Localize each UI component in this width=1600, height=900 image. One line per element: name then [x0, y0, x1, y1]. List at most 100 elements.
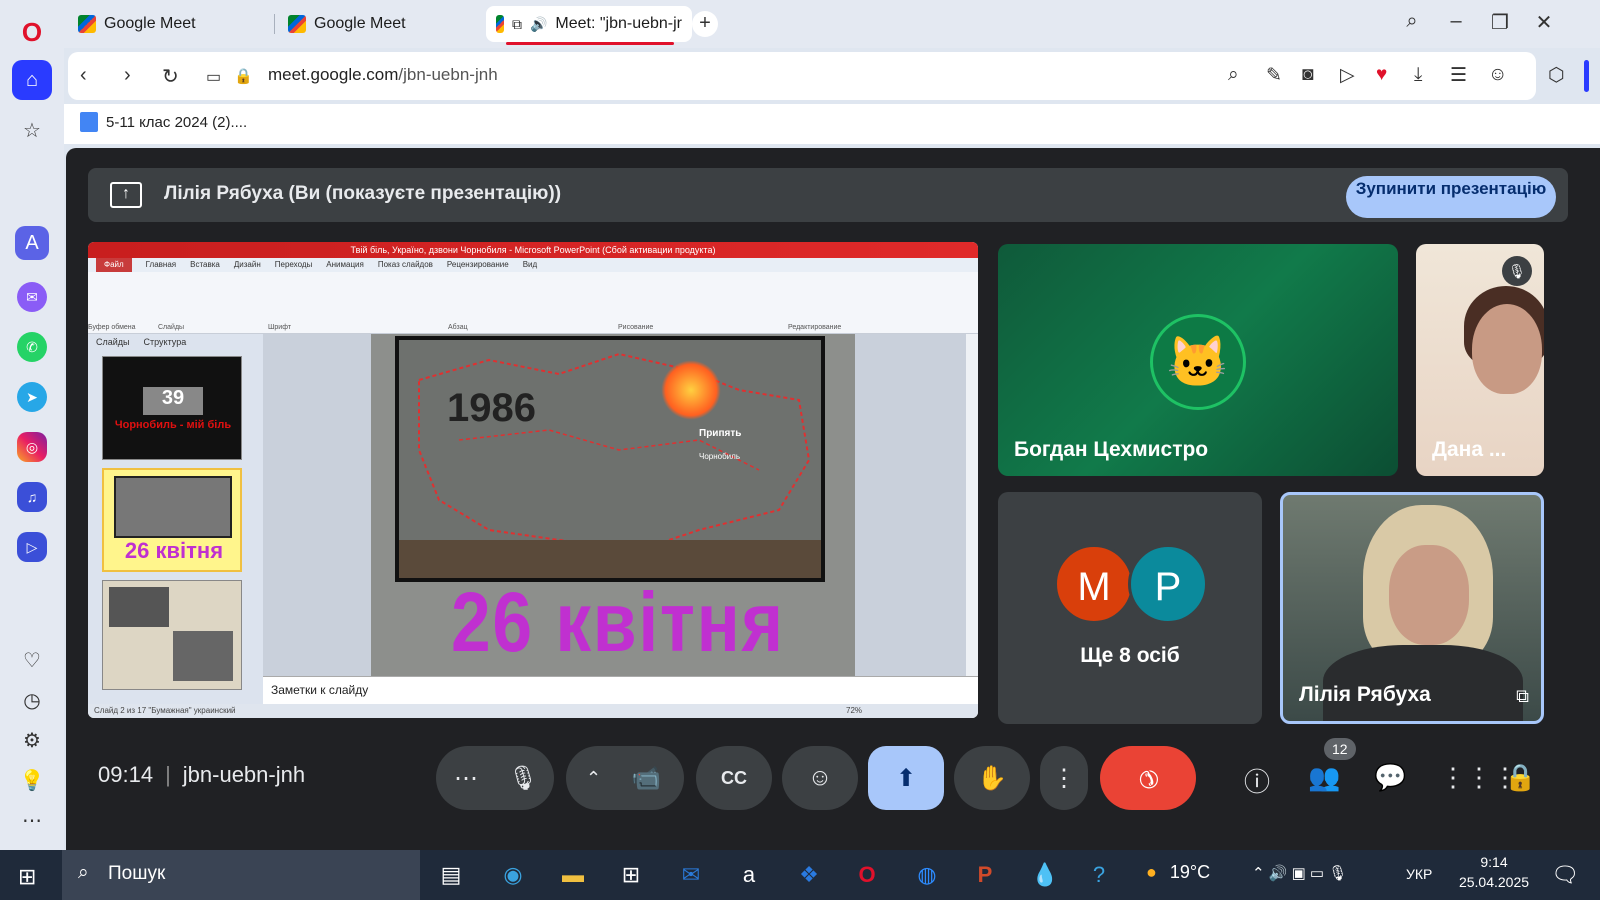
messenger-icon[interactable]: ✉	[17, 282, 47, 312]
opera-logo-icon[interactable]: O	[12, 12, 52, 52]
captions-button[interactable]: CC	[696, 746, 772, 810]
notifications-icon[interactable]: 🗨	[1550, 862, 1580, 888]
chat-icon[interactable]: 💬	[1374, 762, 1406, 793]
slide-notes[interactable]: Заметки к слайду	[263, 676, 978, 704]
raise-hand-button[interactable]: ✋	[954, 746, 1030, 810]
ppt-menu-tab[interactable]: Показ слайдов	[378, 258, 433, 272]
leave-call-button[interactable]: ✆	[1100, 746, 1196, 810]
tab-meet-active[interactable]: ⧉ 🔊 Meet: "jbn-uebn-jr	[486, 6, 692, 42]
stop-presenting-button[interactable]: Зупинити презентацію	[1346, 176, 1556, 218]
minimize-icon[interactable]: –	[1442, 10, 1470, 33]
slide-thumb-3[interactable]	[102, 580, 242, 690]
edge-icon[interactable]: ◉	[498, 862, 528, 888]
whatsapp-icon[interactable]: ✆	[17, 332, 47, 362]
tab-outline[interactable]: Структура	[144, 334, 187, 350]
favorite-heart-icon[interactable]: ♥	[1376, 64, 1387, 86]
outlook-icon[interactable]: ✉	[676, 862, 706, 888]
music-icon[interactable]: ♫	[17, 482, 47, 512]
info-icon[interactable]: ⓘ	[1244, 762, 1270, 799]
system-tray-icons[interactable]: ⌃ 🔊 ▣ ▭ 🎙	[1252, 864, 1347, 882]
send-icon[interactable]: ▷	[17, 532, 47, 562]
ppt-menu-tab[interactable]: Вид	[523, 258, 537, 272]
present-now-button[interactable]: ⬆	[868, 746, 944, 810]
ppt-menu-tab[interactable]: Файл	[96, 258, 132, 272]
new-tab-icon[interactable]: +	[692, 11, 718, 37]
star-icon[interactable]: ☆	[12, 110, 52, 150]
participant-tile-bogdan[interactable]: 🐱 Богдан Цехмистро	[998, 244, 1398, 476]
restore-icon[interactable]: ❐	[1486, 10, 1514, 35]
history-icon[interactable]: ◷	[12, 680, 52, 720]
host-controls-icon[interactable]: 🔒	[1504, 762, 1536, 793]
audio-options-button[interactable]: ⋯ 🎙	[436, 746, 554, 810]
windows-start-icon[interactable]: ⊞	[18, 864, 36, 890]
ppt-menu-tab[interactable]: Главная	[146, 258, 176, 272]
participant-tile-self[interactable]: Лілія Рябуха ⧉	[1280, 492, 1544, 724]
ppt-menu-tab[interactable]: Дизайн	[234, 258, 261, 272]
amazon-icon[interactable]: a	[734, 862, 764, 888]
picture-in-picture-icon[interactable]: ⧉	[1516, 686, 1529, 707]
player-icon[interactable]: ▷	[1340, 64, 1355, 87]
close-icon[interactable]: ✕	[1530, 10, 1558, 35]
settings-icon[interactable]: ⚙	[12, 720, 52, 760]
extensions-icon[interactable]: ⬡	[1548, 64, 1565, 87]
tab-google-meet-2[interactable]: Google Meet	[278, 6, 478, 42]
aria-icon[interactable]: A	[15, 226, 49, 260]
download-icon[interactable]: ⤓	[1414, 64, 1422, 86]
store-icon[interactable]: ⊞	[616, 862, 646, 888]
participant-tile-others[interactable]: M P Ще 8 осіб	[998, 492, 1262, 724]
weather-widget[interactable]: ● 19°C	[1146, 862, 1210, 883]
search-tabs-icon[interactable]: ⌕	[1398, 10, 1426, 33]
language-indicator[interactable]: УКР	[1406, 866, 1432, 882]
edit-icon[interactable]: ✎	[1266, 64, 1282, 87]
slide-scrollbar[interactable]	[966, 334, 978, 676]
home-icon[interactable]: ⌂	[12, 60, 52, 100]
forward-icon[interactable]: ›	[124, 64, 131, 87]
taskbar-search[interactable]: ⌕ Пошук	[62, 850, 420, 900]
meet-favicon-icon	[288, 15, 306, 33]
more-participants-text: Ще 8 осіб	[1080, 644, 1180, 667]
ppt-menu-tab[interactable]: Анимация	[326, 258, 364, 272]
zoom-icon[interactable]: ⌕	[1228, 64, 1239, 86]
task-view-icon[interactable]: ▤	[436, 862, 466, 888]
ppt-menu-tab[interactable]: Вставка	[190, 258, 220, 272]
bookmark-doc[interactable]: 5-11 клас 2024 (2)....	[80, 112, 247, 132]
ppt-menu-tab[interactable]: Рецензирование	[447, 258, 509, 272]
people-icon[interactable]: 👥	[1308, 762, 1340, 793]
more-options-button[interactable]: ⋮	[1040, 746, 1088, 810]
ppt-menu-tab[interactable]: Переходы	[275, 258, 313, 272]
tab-google-meet-1[interactable]: Google Meet	[68, 6, 268, 42]
zoom-app-icon[interactable]: ◍	[912, 862, 942, 888]
taskbar-clock[interactable]: 9:14 25.04.2025	[1454, 854, 1534, 890]
opera-taskbar-icon[interactable]: O	[852, 862, 882, 888]
slide-thumb-2[interactable]: 26 квітня	[102, 468, 242, 572]
tips-icon[interactable]: 💡	[12, 760, 52, 800]
help-icon[interactable]: ?	[1084, 862, 1114, 888]
address-bar: ‹ › ↻ ▭ 🔒 meet.google.com/jbn-uebn-jnh ⌕…	[68, 52, 1536, 100]
url-field[interactable]: meet.google.com/jbn-uebn-jnh	[268, 65, 498, 85]
powerpoint-icon[interactable]: P	[970, 862, 1000, 888]
zoom-level: 72%	[846, 706, 863, 715]
video-options-button[interactable]: ⌃ 📹	[566, 746, 684, 810]
menu-lines-icon[interactable]: ☰	[1450, 64, 1467, 87]
meet-favicon-icon	[496, 15, 504, 33]
paint-drop-icon[interactable]: 💧	[1030, 862, 1060, 888]
dropbox-icon[interactable]: ❖	[794, 862, 824, 888]
camera-indicator-icon[interactable]: ▭	[206, 67, 221, 87]
sidebar-toggle[interactable]	[1584, 60, 1589, 92]
telegram-icon[interactable]: ➤	[17, 382, 47, 412]
reload-icon[interactable]: ↻	[162, 64, 179, 89]
snapshot-icon[interactable]: ◙	[1302, 64, 1313, 86]
participant-tile-dana[interactable]: 🎙 Дана ...	[1416, 244, 1544, 476]
more-icon[interactable]: ⋯	[12, 800, 52, 840]
ribbon-group-label: Буфер обмена	[88, 324, 136, 331]
heart-icon[interactable]: ♡	[12, 640, 52, 680]
slide-pripyat-label: Припять	[699, 428, 742, 439]
tab-slides[interactable]: Слайды	[96, 334, 130, 350]
reactions-button[interactable]: ☺	[782, 746, 858, 810]
profile-icon[interactable]: ☺	[1488, 64, 1507, 86]
lock-icon[interactable]: 🔒	[234, 67, 253, 85]
slide-thumb-1[interactable]: 39 Чорнобиль - мій біль	[102, 356, 242, 460]
file-explorer-icon[interactable]: ▬	[558, 862, 588, 888]
back-icon[interactable]: ‹	[80, 64, 87, 87]
instagram-icon[interactable]: ◎	[17, 432, 47, 462]
